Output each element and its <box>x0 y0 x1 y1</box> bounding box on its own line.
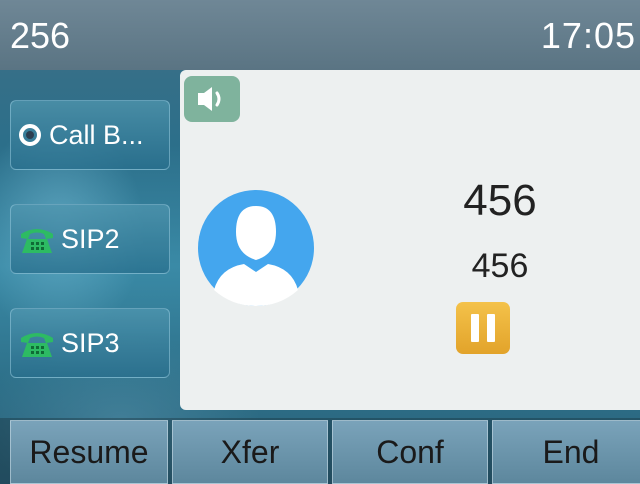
caller-number: 456 <box>471 247 529 285</box>
speaker-icon <box>184 76 240 122</box>
call-back-icon <box>19 124 41 146</box>
line-key-sip2[interactable]: SIP2 <box>10 204 170 274</box>
resume-button[interactable]: Resume <box>10 420 168 484</box>
phone-icon <box>21 333 53 357</box>
clock: 17:05 <box>540 15 636 56</box>
conference-button[interactable]: Conf <box>332 420 488 484</box>
account-name: 256 <box>10 15 71 56</box>
line-key-label: SIP2 <box>61 223 120 254</box>
phone-screen: 256 17:05 Call B... SIP2 SIP3 456 456 Re… <box>0 0 640 484</box>
end-call-button[interactable]: End <box>492 420 640 484</box>
line-key-call-back[interactable]: Call B... <box>10 100 170 170</box>
phone-icon <box>21 229 53 253</box>
hold-icon <box>456 302 510 354</box>
status-bar: 256 17:05 <box>0 0 640 70</box>
transfer-button[interactable]: Xfer <box>172 420 328 484</box>
line-key-sip3[interactable]: SIP3 <box>10 308 170 378</box>
line-key-label: SIP3 <box>61 327 120 358</box>
caller-name: 456 <box>463 176 537 225</box>
call-panel: 456 456 <box>180 70 640 410</box>
line-key-label: Call B... <box>49 119 144 150</box>
avatar-icon <box>198 190 314 306</box>
